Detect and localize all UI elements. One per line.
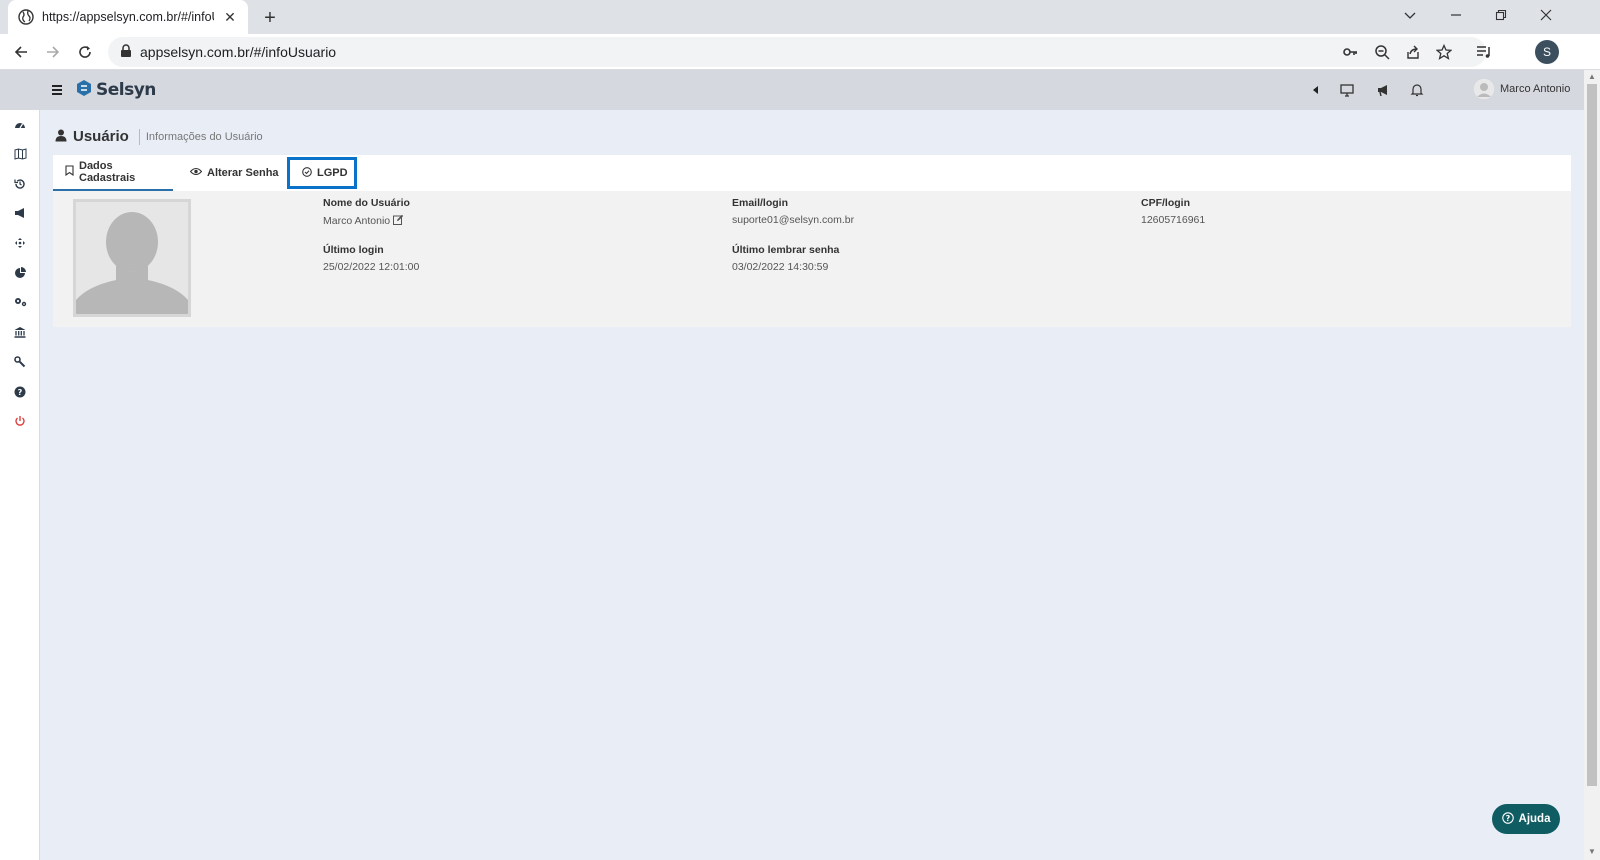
field-label: Último login: [323, 244, 384, 256]
back-arrow-icon[interactable]: [7, 38, 35, 66]
tab-label: LGPD: [317, 167, 348, 179]
check-circle-icon: [302, 166, 312, 180]
page-title: Usuário: [73, 128, 129, 145]
share-icon[interactable]: [1399, 38, 1427, 66]
user-icon: [55, 129, 67, 145]
user-tabs: Dados Cadastrais Alterar Senha LGPD: [53, 155, 1571, 191]
help-circle-icon[interactable]: ?: [11, 383, 29, 401]
close-tab-icon[interactable]: ✕: [222, 9, 238, 25]
bell-icon[interactable]: [1407, 80, 1427, 100]
title-separator: [138, 128, 140, 145]
star-icon[interactable]: [1430, 38, 1458, 66]
user-menu[interactable]: Marco Antonio: [1474, 79, 1570, 99]
svg-text:?: ?: [1505, 814, 1510, 823]
lock-icon: [120, 43, 132, 61]
field-cpf-login: CPF/login 12605716961: [1141, 197, 1205, 226]
caret-left-icon[interactable]: [1306, 80, 1326, 100]
map-icon[interactable]: [11, 145, 29, 163]
field-value: suporte01@selsyn.com.br: [732, 214, 855, 226]
power-icon[interactable]: [11, 412, 29, 430]
pie-chart-icon[interactable]: [11, 264, 29, 282]
user-photo[interactable]: [73, 199, 191, 317]
field-label: Email/login: [732, 197, 789, 209]
tab-search-icon[interactable]: [1387, 0, 1433, 30]
address-bar[interactable]: appselsyn.com.br/#/infoUsuario: [108, 37, 1486, 67]
selsyn-logo-icon: [76, 79, 92, 100]
browser-tab[interactable]: https://appselsyn.com.br/#/infoU ✕: [8, 0, 248, 34]
app-header: Selsyn Marco Antonio: [0, 70, 1584, 110]
field-value: 25/02/2022 12:01:00: [323, 261, 420, 273]
megaphone-icon[interactable]: [11, 204, 29, 222]
globe-icon: [18, 9, 34, 25]
scroll-thumb[interactable]: [1587, 84, 1597, 786]
help-button[interactable]: ? Ajuda: [1492, 804, 1560, 834]
tab-lgpd[interactable]: LGPD: [287, 157, 357, 189]
edit-icon[interactable]: [393, 214, 404, 228]
help-circle-icon: ?: [1501, 811, 1514, 827]
user-name: Marco Antonio: [1500, 83, 1571, 95]
forward-arrow-icon[interactable]: [39, 38, 67, 66]
history-icon[interactable]: [11, 175, 29, 193]
url-text: appselsyn.com.br/#/infoUsuario: [140, 44, 337, 60]
field-value: 12605716961: [1141, 214, 1206, 226]
page-subtitle: Informações do Usuário: [145, 130, 263, 143]
browser-tab-title: https://appselsyn.com.br/#/infoU: [42, 10, 214, 24]
move-icon[interactable]: [11, 234, 29, 252]
field-nome-usuario: Nome do Usuário Marco Antonio: [323, 197, 410, 228]
megaphone-icon[interactable]: [1373, 80, 1393, 100]
restore-icon[interactable]: [1478, 0, 1524, 30]
new-tab-button[interactable]: +: [258, 6, 282, 30]
user-avatar-icon: [1474, 79, 1494, 99]
user-info-panel: Nome do Usuário Marco Antonio Email/logi…: [53, 191, 1571, 327]
field-email-login: Email/login suporte01@selsyn.com.br: [732, 197, 854, 226]
field-value: Marco Antonio: [323, 215, 391, 227]
eye-icon: [189, 167, 203, 179]
key-icon[interactable]: [1336, 38, 1364, 66]
zoom-out-icon[interactable]: [1368, 38, 1396, 66]
field-ultimo-lembrar-senha: Último lembrar senha 03/02/2022 14:30:59: [732, 244, 839, 273]
monitor-icon[interactable]: [1337, 80, 1357, 100]
page-header: Usuário Informações do Usuário: [55, 128, 263, 145]
field-ultimo-login: Último login 25/02/2022 12:01:00: [323, 244, 419, 273]
logo-text: Selsyn: [96, 79, 156, 100]
browser-toolbar: appselsyn.com.br/#/infoUsuario: [0, 34, 1600, 70]
profile-avatar[interactable]: S: [1535, 40, 1559, 64]
svg-text:?: ?: [18, 388, 23, 397]
minimize-icon[interactable]: [1433, 0, 1479, 30]
tab-label: Dados Cadastrais: [79, 160, 136, 184]
tab-alterar-senha[interactable]: Alterar Senha: [178, 155, 291, 191]
wrench-icon[interactable]: [11, 353, 29, 371]
scroll-up-arrow-icon[interactable]: ▲: [1588, 73, 1596, 81]
bookmark-icon: [65, 165, 74, 179]
dashboard-icon[interactable]: [11, 116, 29, 134]
selsyn-logo[interactable]: Selsyn: [76, 79, 156, 100]
browser-tabstrip: https://appselsyn.com.br/#/infoU ✕ +: [0, 0, 1600, 34]
scroll-down-arrow-icon[interactable]: ▼: [1588, 848, 1596, 856]
media-queue-icon[interactable]: [1470, 38, 1498, 66]
field-label: CPF/login: [1141, 197, 1190, 209]
field-value: 03/02/2022 14:30:59: [732, 261, 829, 273]
tab-label: Alterar Senha: [207, 167, 279, 179]
reload-icon[interactable]: [71, 38, 99, 66]
hamburger-menu-icon[interactable]: [50, 83, 64, 97]
bank-icon[interactable]: [11, 323, 29, 341]
field-label: Último lembrar senha: [732, 244, 840, 256]
avatar-silhouette-icon: [76, 202, 188, 314]
field-label: Nome do Usuário: [323, 197, 410, 209]
settings-icon[interactable]: [11, 293, 29, 311]
tab-dados-cadastrais[interactable]: Dados Cadastrais: [53, 155, 173, 191]
help-button-label: Ajuda: [1518, 813, 1551, 825]
page-scrollbar[interactable]: ▲ ▼: [1584, 70, 1600, 860]
sidebar: ?: [0, 110, 40, 860]
close-window-icon[interactable]: [1523, 0, 1569, 30]
